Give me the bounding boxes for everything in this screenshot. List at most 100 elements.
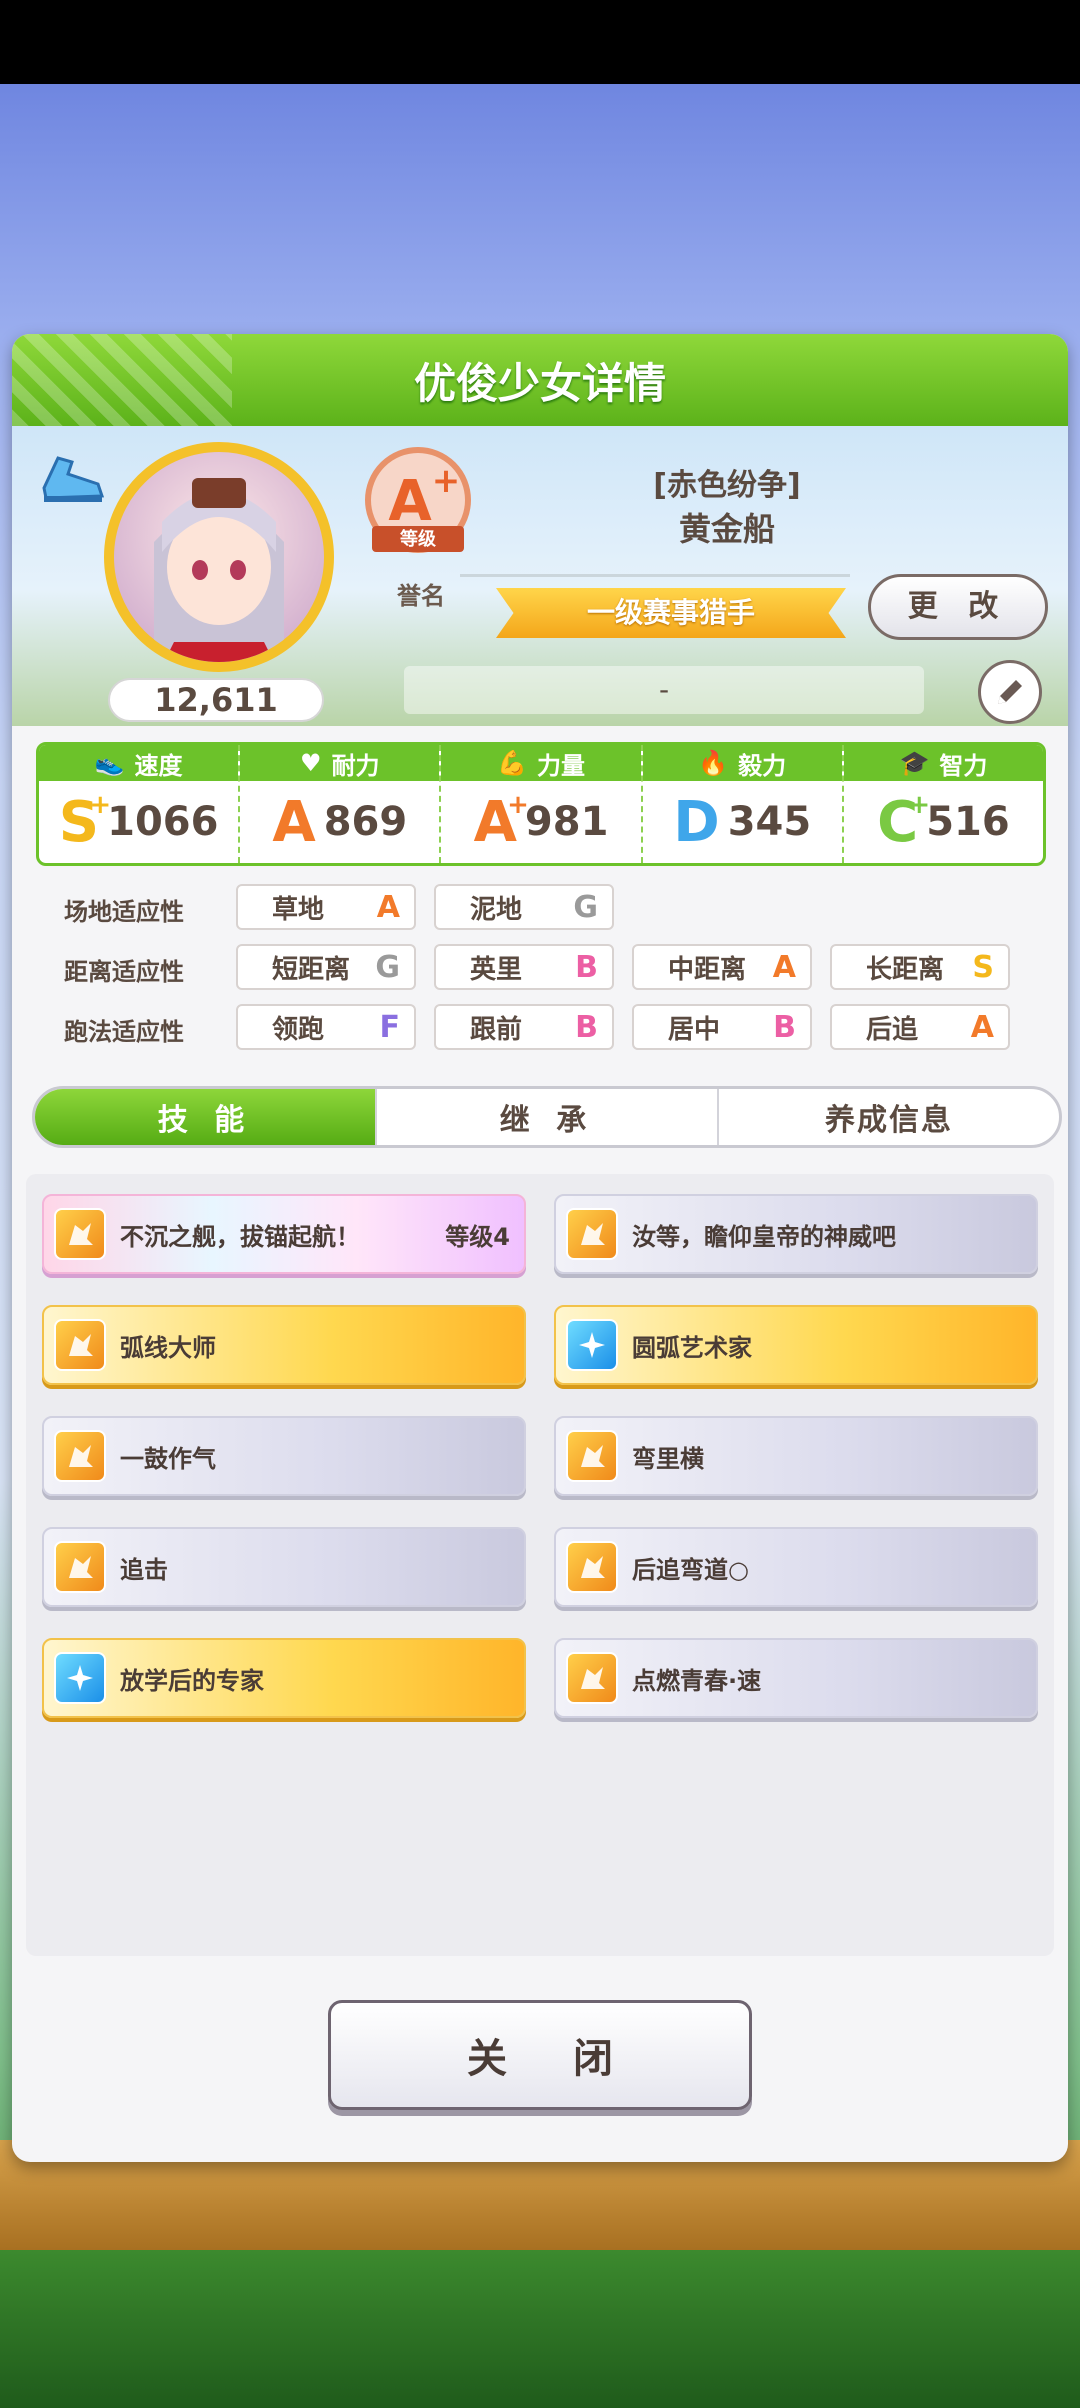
stat-label: 速度 xyxy=(134,751,183,780)
close-button[interactable]: 关 闭 xyxy=(328,2000,752,2110)
skill-item[interactable]: 一鼓作气 xyxy=(42,1416,526,1496)
skill-name: 放学后的专家 xyxy=(120,1666,264,1695)
tab-inheritance[interactable]: 继 承 xyxy=(377,1089,719,1145)
skill-icon xyxy=(566,1319,618,1371)
stat-label: 力量 xyxy=(536,751,585,780)
apt-grade: A xyxy=(970,1009,994,1045)
apt-grade: A xyxy=(376,889,400,925)
title-ribbon: 一级赛事猎手 xyxy=(496,588,846,638)
skill-item[interactable]: 弧线大师 xyxy=(42,1305,526,1385)
shoe-icon[interactable] xyxy=(38,448,108,508)
apt-chip-end: 后追 A xyxy=(830,1004,1010,1050)
stat-guts: 🔥 毅力 D 345 xyxy=(642,745,844,863)
edit-button[interactable] xyxy=(978,660,1042,724)
stat-label: 智力 xyxy=(939,751,988,780)
skill-icon xyxy=(54,1652,106,1704)
skill-icon xyxy=(566,1652,618,1704)
apt-chip-front: 领跑 F xyxy=(236,1004,416,1050)
skill-name: 追击 xyxy=(120,1555,168,1584)
stat-value: 869 xyxy=(323,799,408,845)
stat-value: 981 xyxy=(524,799,609,845)
skill-name: 弯里横 xyxy=(632,1444,704,1473)
pencil-icon xyxy=(998,680,1022,704)
distance-aptitude-row: 距离适应性 短距离 G 英里 B 中距离 A 长距离 S xyxy=(12,944,1068,992)
skill-item[interactable]: 点燃青春·速 xyxy=(554,1638,1038,1718)
skill-name: 点燃青春·速 xyxy=(632,1666,762,1695)
skill-item[interactable]: 弯里横 xyxy=(554,1416,1038,1496)
skill-icon xyxy=(54,1541,106,1593)
character-name: 黄金船 xyxy=(678,510,775,548)
apt-label: 场地适应性 xyxy=(64,898,184,926)
status-bar xyxy=(0,0,1080,84)
avatar xyxy=(104,442,334,672)
stat-stamina: ♥ 耐力 A 869 xyxy=(240,745,442,863)
tab-bar: 技 能 继 承 养成信息 xyxy=(32,1086,1062,1148)
apt-chip-long: 长距离 S xyxy=(830,944,1010,990)
skill-icon xyxy=(54,1208,106,1260)
fan-count: 12,611 xyxy=(108,678,324,722)
skill-level: 等级4 xyxy=(445,1222,510,1251)
skill-name: 圆弧艺术家 xyxy=(632,1333,752,1362)
skill-item[interactable]: 圆弧艺术家 xyxy=(554,1305,1038,1385)
stat-grade: D xyxy=(673,789,720,855)
shoe-icon: 👟 xyxy=(94,749,125,777)
svg-text:+: + xyxy=(432,461,461,501)
stat-grade: S + xyxy=(58,789,112,855)
panel-title: 优俊少女详情 xyxy=(413,358,666,408)
flame-icon: 🔥 xyxy=(698,749,729,777)
skill-icon xyxy=(54,1430,106,1482)
skill-item[interactable]: 不沉之舰，拔锚起航！ 等级4 xyxy=(42,1194,526,1274)
stat-wisdom: 🎓 智力 C + 516 xyxy=(843,745,1043,863)
epithet: [赤色纷争] xyxy=(653,468,801,503)
apt-chip-turf: 草地 A xyxy=(236,884,416,930)
apt-label: 距离适应性 xyxy=(64,958,184,986)
apt-grade: S xyxy=(972,949,994,985)
skill-item[interactable]: 放学后的专家 xyxy=(42,1638,526,1718)
apt-grade: G xyxy=(573,889,598,925)
rank-badge: A + 等级 xyxy=(365,447,471,553)
apt-grade: B xyxy=(575,949,598,985)
apt-grade: G xyxy=(375,949,400,985)
change-button[interactable]: 更 改 xyxy=(868,574,1048,640)
apt-chip-dirt: 泥地 G xyxy=(434,884,614,930)
muscle-icon: 💪 xyxy=(497,749,527,777)
stats-bar: 👟 速度 S + 1066 ♥ 耐力 A 869 💪 力量 A + 981 🔥 毅力 D xyxy=(36,742,1046,866)
skill-icon xyxy=(566,1541,618,1593)
divider xyxy=(460,574,850,577)
svg-text:等级: 等级 xyxy=(400,528,437,550)
stat-power: 💪 力量 A + 981 xyxy=(441,745,643,863)
skill-list: 不沉之舰，拔锚起航！ 等级4 汝等，瞻仰皇帝的神威吧 弧线大师 圆弧艺术家 一鼓… xyxy=(26,1174,1054,1956)
apt-chip-late: 居中 B xyxy=(632,1004,812,1050)
background-grass xyxy=(0,2250,1080,2408)
tab-training-info[interactable]: 养成信息 xyxy=(719,1089,1059,1145)
skill-item[interactable]: 汝等，瞻仰皇帝的神威吧 xyxy=(554,1194,1038,1274)
skill-name: 弧线大师 xyxy=(120,1333,216,1362)
stat-label: 耐力 xyxy=(331,751,380,780)
heart-icon: ♥ xyxy=(300,749,322,777)
apt-chip-medium: 中距离 A xyxy=(632,944,812,990)
stat-grade: A + xyxy=(473,789,529,855)
stat-grade: C + xyxy=(877,789,931,855)
skill-name: 不沉之舰，拔锚起航！ xyxy=(120,1222,360,1251)
skill-icon xyxy=(566,1208,618,1260)
apt-grade: A xyxy=(772,949,796,985)
skill-name: 一鼓作气 xyxy=(120,1444,216,1473)
apt-grade: F xyxy=(379,1009,401,1045)
stat-label: 毅力 xyxy=(738,751,787,780)
skill-item[interactable]: 追击 xyxy=(42,1527,526,1607)
stat-value: 1066 xyxy=(107,799,219,845)
tab-skills[interactable]: 技 能 xyxy=(35,1089,377,1145)
apt-grade: B xyxy=(575,1009,598,1045)
skill-name: 后追弯道○ xyxy=(632,1555,749,1584)
apt-label: 跑法适应性 xyxy=(64,1018,184,1046)
apt-grade: B xyxy=(773,1009,796,1045)
stat-value: 516 xyxy=(926,799,1010,845)
rank-label: 誉名 xyxy=(397,582,445,610)
comment-field: - xyxy=(404,666,924,714)
stat-grade: A xyxy=(272,789,316,855)
skill-icon xyxy=(54,1319,106,1371)
skill-item[interactable]: 后追弯道○ xyxy=(554,1527,1038,1607)
detail-panel: 优俊少女详情 12,611 A + 等级 誉名 [赤色纷争] 黄金船 一级赛事猎… xyxy=(12,334,1068,2162)
track-aptitude-row: 场地适应性 草地 A 泥地 G xyxy=(12,884,1068,932)
apt-chip-pace: 跟前 B xyxy=(434,1004,614,1050)
